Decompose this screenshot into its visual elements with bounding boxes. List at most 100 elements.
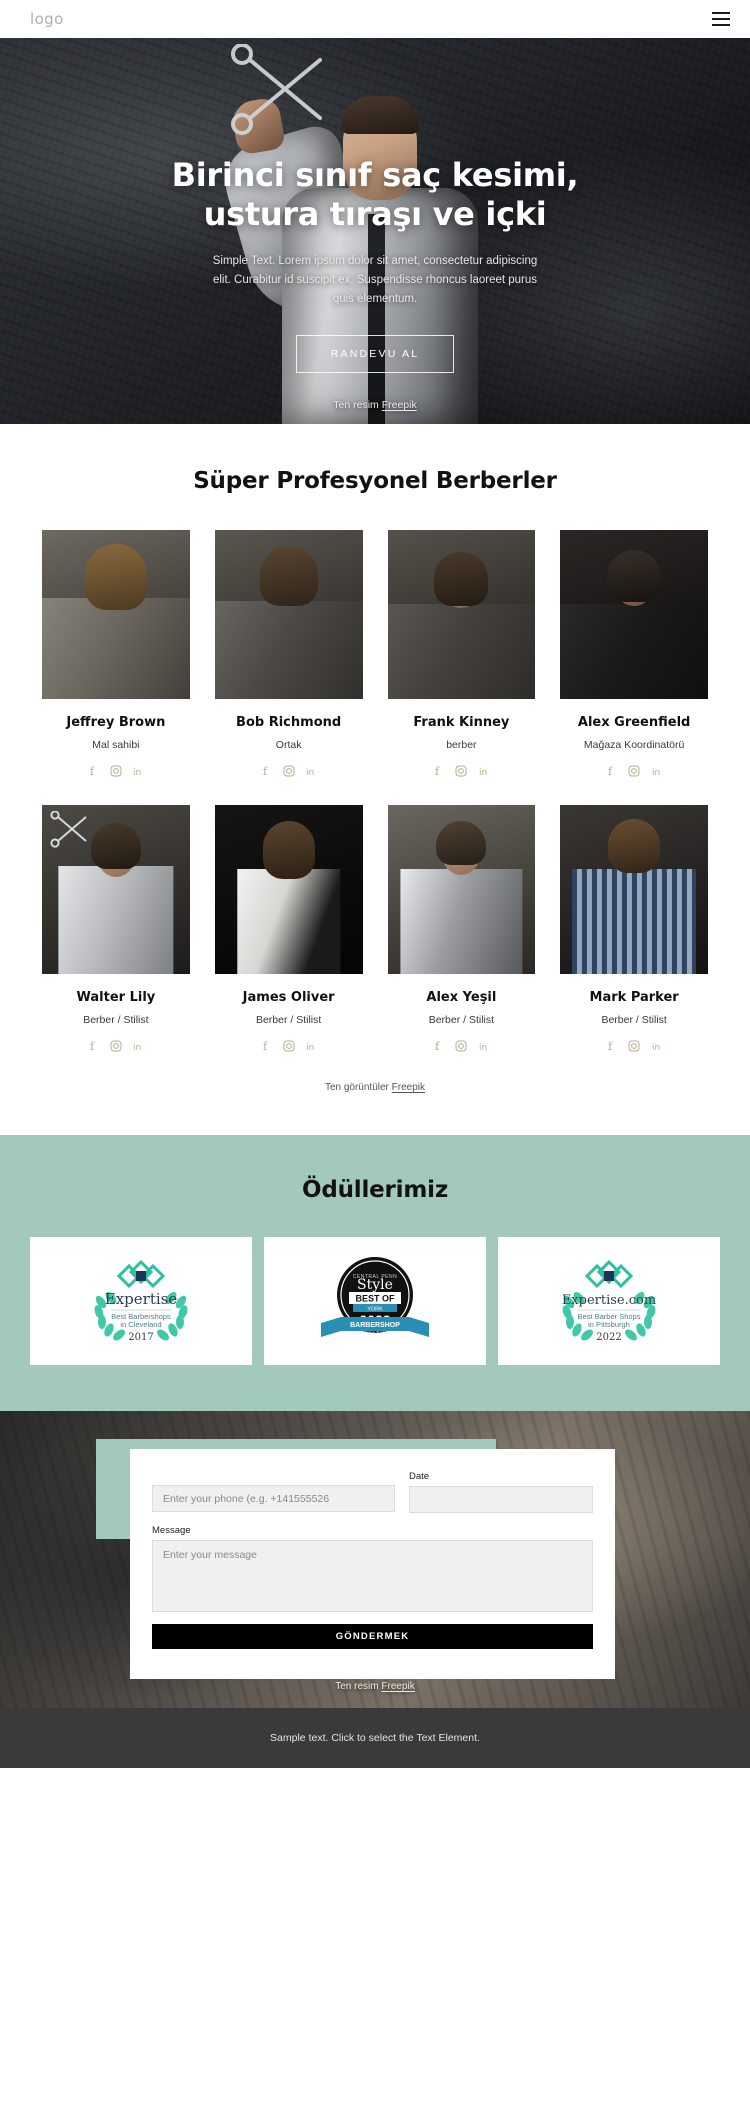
- svg-text:in: in: [306, 768, 314, 777]
- member-socials: f in: [560, 764, 708, 777]
- instagram-icon[interactable]: [109, 764, 122, 777]
- member-socials: f in: [388, 764, 536, 777]
- facebook-icon[interactable]: f: [258, 764, 271, 777]
- member-photo: [42, 530, 190, 699]
- svg-text:in: in: [652, 768, 660, 777]
- team-member-card[interactable]: Alex Yeşil Berber / Stilist f in: [387, 805, 536, 1052]
- svg-text:in Cleveland: in Cleveland: [120, 1320, 161, 1329]
- linkedin-icon[interactable]: in: [479, 764, 492, 777]
- linkedin-icon[interactable]: in: [133, 764, 146, 777]
- member-photo: [42, 805, 190, 974]
- date-label: Date: [408, 1471, 430, 1482]
- submit-button[interactable]: GÖNDERMEK: [152, 1624, 593, 1649]
- facebook-icon[interactable]: f: [258, 1039, 271, 1052]
- awards-section: Ödüllerimiz Expertise Best Barbershops i…: [0, 1135, 750, 1411]
- award-card[interactable]: Expertise.com Best Barber Shops in Pitts…: [498, 1237, 720, 1365]
- member-photo: [560, 530, 708, 699]
- message-textarea[interactable]: [152, 1540, 593, 1612]
- member-name: Alex Yeşil: [426, 990, 497, 1005]
- team-member-card[interactable]: Frank Kinney berber f in: [387, 530, 536, 777]
- award-brand: Expertise: [105, 1290, 178, 1308]
- team-member-card[interactable]: Walter Lily Berber / Stilist f in: [42, 805, 190, 1052]
- facebook-icon[interactable]: f: [604, 764, 617, 777]
- facebook-icon[interactable]: f: [431, 1039, 444, 1052]
- phone-field-wrapper: [152, 1471, 395, 1513]
- date-input[interactable]: [408, 1486, 593, 1513]
- svg-text:in: in: [306, 1043, 314, 1052]
- awards-title: Ödüllerimiz: [301, 1177, 449, 1203]
- member-photo: [214, 805, 363, 974]
- facebook-icon[interactable]: f: [85, 1039, 98, 1052]
- team-member-card[interactable]: James Oliver Berber / Stilist f in: [214, 805, 363, 1052]
- team-member-card[interactable]: Bob Richmond Ortak f in: [214, 530, 363, 777]
- svg-text:2022: 2022: [596, 1332, 621, 1342]
- message-field-wrapper: Message: [152, 1525, 593, 1612]
- style-best-of-york-badge: CENTRAL PENN Style BEST OF YORK 2022 BAR…: [317, 1251, 433, 1352]
- hamburger-menu-icon[interactable]: [712, 12, 730, 26]
- member-role: berber: [446, 739, 477, 751]
- facebook-icon[interactable]: f: [431, 764, 444, 777]
- svg-text:in: in: [652, 1043, 660, 1052]
- svg-text:in: in: [133, 1043, 141, 1052]
- svg-text:BARBERSHOP: BARBERSHOP: [350, 1322, 400, 1329]
- message-label: Message: [152, 1525, 191, 1536]
- member-role: Berber / Stilist: [601, 1014, 667, 1026]
- svg-text:in: in: [479, 1043, 487, 1052]
- laurel-badge-icon: Expertise.com Best Barber Shops in Pitts…: [562, 1259, 656, 1343]
- linkedin-icon[interactable]: in: [652, 1039, 665, 1052]
- hero-credit-link[interactable]: Freepik: [382, 399, 417, 411]
- appointment-button[interactable]: RANDEVU AL: [295, 334, 455, 373]
- team-credit-link[interactable]: Freepik: [392, 1082, 425, 1093]
- award-card[interactable]: CENTRAL PENN Style BEST OF YORK 2022 BAR…: [264, 1237, 486, 1365]
- team-member-card[interactable]: Mark Parker Berber / Stilist f in: [560, 805, 708, 1052]
- awards-grid: Expertise Best Barbershops in Cleveland …: [0, 1237, 750, 1365]
- page-root: logo Birinci sınıf saç kesimi, ustura tı…: [0, 0, 750, 1768]
- instagram-icon[interactable]: [455, 1039, 468, 1052]
- hero-credit-prefix: Ten resim: [333, 398, 382, 411]
- award-card[interactable]: Expertise Best Barbershops in Cleveland …: [30, 1237, 252, 1365]
- facebook-icon[interactable]: f: [604, 1039, 617, 1052]
- instagram-icon[interactable]: [282, 764, 295, 777]
- team-title: Süper Profesyonel Berberler: [193, 468, 557, 494]
- hero-image-credit: Ten resim Freepik: [0, 399, 750, 411]
- instagram-icon[interactable]: [282, 1039, 295, 1052]
- instagram-icon[interactable]: [628, 1039, 641, 1052]
- member-name: Bob Richmond: [236, 715, 342, 730]
- svg-text:f: f: [435, 765, 440, 777]
- member-photo: [214, 530, 363, 699]
- hero-title: Birinci sınıf saç kesimi, ustura tıraşı …: [171, 156, 579, 234]
- member-role: Berber / Stilist: [83, 1014, 149, 1026]
- instagram-icon[interactable]: [628, 764, 641, 777]
- contact-credit-link[interactable]: Freepik: [381, 1681, 414, 1692]
- svg-text:f: f: [608, 765, 613, 777]
- instagram-icon[interactable]: [455, 764, 468, 777]
- linkedin-icon[interactable]: in: [306, 764, 319, 777]
- facebook-icon[interactable]: f: [85, 764, 98, 777]
- linkedin-icon[interactable]: in: [306, 1039, 319, 1052]
- expertise-cleveland-badge: Expertise Best Barbershops in Cleveland …: [85, 1256, 197, 1347]
- contact-credit-prefix: Ten resim: [335, 1681, 382, 1692]
- linkedin-icon[interactable]: in: [652, 764, 665, 777]
- team-member-card[interactable]: Alex Greenfield Mağaza Koordinatörü f in: [560, 530, 708, 777]
- instagram-icon[interactable]: [109, 1039, 122, 1052]
- linkedin-icon[interactable]: in: [479, 1039, 492, 1052]
- member-role: Berber / Stilist: [255, 1014, 322, 1026]
- member-socials: f in: [215, 764, 363, 777]
- footer-text: Sample text. Click to select the Text El…: [270, 1732, 480, 1744]
- svg-text:in: in: [479, 768, 487, 777]
- member-role: Mağaza Koordinatörü: [583, 739, 685, 751]
- site-logo[interactable]: logo: [30, 10, 64, 28]
- contact-section: Date Message GÖNDERMEK Ten resim Freepik: [0, 1411, 750, 1708]
- member-socials: f in: [215, 1039, 363, 1052]
- member-name: Frank Kinney: [413, 715, 510, 730]
- contact-image-credit: Ten resim Freepik: [0, 1681, 750, 1692]
- site-header: logo: [0, 0, 750, 38]
- linkedin-icon[interactable]: in: [133, 1039, 146, 1052]
- team-member-card[interactable]: Jeffrey Brown Mal sahibi f in: [42, 530, 190, 777]
- expertise-pittsburgh-badge: Expertise.com Best Barber Shops in Pitts…: [553, 1256, 665, 1347]
- svg-text:f: f: [263, 765, 268, 777]
- member-socials: f in: [42, 764, 190, 777]
- phone-input[interactable]: [152, 1485, 395, 1512]
- member-name: Walter Lily: [76, 990, 156, 1005]
- hero-section: Birinci sınıf saç kesimi, ustura tıraşı …: [0, 38, 750, 424]
